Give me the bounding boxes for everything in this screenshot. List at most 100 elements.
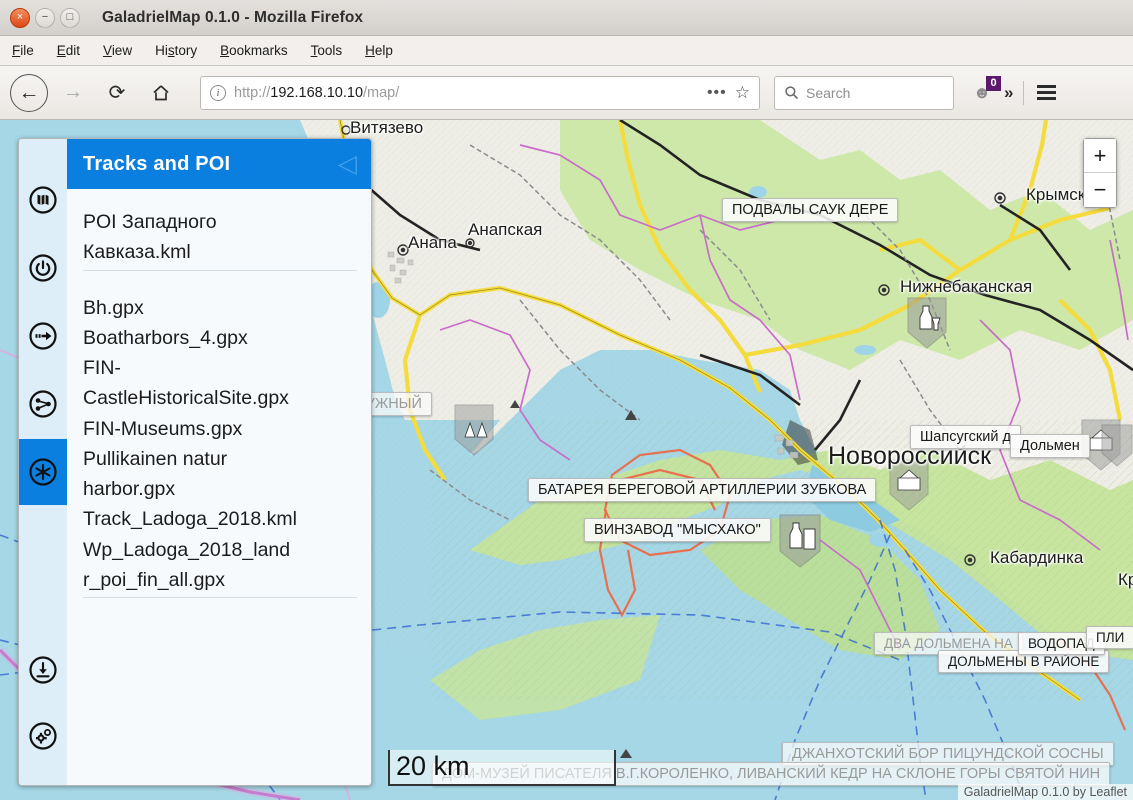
url-scheme: http://	[234, 84, 271, 101]
zoom-out-button[interactable]: −	[1084, 173, 1116, 207]
list-item[interactable]: harbor.gpx	[83, 474, 357, 504]
map-place-label: Кабардинка	[990, 548, 1084, 567]
sidebar-title: Tracks and POI	[83, 152, 231, 175]
site-info-icon[interactable]: i	[210, 84, 226, 101]
back-button[interactable]: ←	[10, 73, 48, 112]
menu-item-help[interactable]: Help	[365, 43, 393, 58]
search-icon	[785, 86, 799, 100]
url-path: /map/	[363, 84, 400, 101]
scale-bar: 20 km	[388, 750, 616, 786]
list-item[interactable]: FIN-	[83, 353, 357, 383]
list-item[interactable]: FIN-Museums.gpx	[83, 414, 357, 444]
menu-item-edit[interactable]: Edit	[57, 43, 80, 58]
map-place-label: Анапская	[468, 220, 543, 239]
window-title: GaladrielMap 0.1.0 - Mozilla Firefox	[102, 8, 364, 26]
url-bar[interactable]: i http://192.168.10.10/map/ ••• ☆	[200, 75, 760, 110]
sidebar-tab-power[interactable]	[19, 235, 67, 301]
download-icon	[29, 656, 57, 684]
notification-button[interactable]: ☻ 0	[970, 75, 1001, 105]
map-layers-icon	[29, 186, 57, 214]
list-item[interactable]: Bh.gpx	[83, 293, 357, 323]
list-item[interactable]: Boatharbors_4.gpx	[83, 323, 357, 353]
sidebar-tab-download[interactable]	[19, 637, 67, 703]
navigation-toolbar: ← → ⟳ i http://192.168.10.10/map/ ••• ☆ …	[0, 66, 1133, 120]
menu-item-view[interactable]: View	[103, 43, 132, 58]
arrow-right-icon	[29, 322, 57, 350]
sidebar-tab-strip	[19, 139, 67, 785]
list-item[interactable]: r_poi_fin_all.gpx	[83, 565, 357, 595]
sidebar-panel: Tracks and POI ◁ POI Западного Кавказа.k…	[67, 139, 371, 785]
list-item[interactable]: Кавказа.kml	[83, 237, 357, 267]
close-icon: ×	[16, 11, 24, 23]
sidebar-tab-map-layers[interactable]	[19, 167, 67, 233]
list-item[interactable]: CastleHistoricalSite.gpx	[83, 383, 357, 413]
reload-icon: ⟳	[108, 82, 126, 104]
sidebar-tab-poi[interactable]	[19, 439, 67, 505]
close-window-button[interactable]: ×	[10, 7, 30, 28]
minimize-window-button[interactable]: −	[35, 7, 55, 28]
map-place-label: Анапа	[408, 233, 457, 252]
map-place-label: Крымск	[1026, 185, 1086, 204]
app-menu-button[interactable]	[1034, 83, 1059, 101]
toolbar-right-group: ☻ 0 »	[960, 75, 1059, 105]
file-group-kml: POI Западного Кавказа.kml	[83, 207, 357, 271]
page-actions-icon[interactable]: •••	[707, 84, 727, 102]
sidebar-tab-share[interactable]	[19, 371, 67, 437]
search-bar[interactable]: Search	[774, 75, 954, 110]
menu-item-file[interactable]: File	[12, 43, 34, 58]
map-attribution[interactable]: GaladrielMap 0.1.0 by Leaflet	[957, 784, 1133, 800]
overflow-chevron-icon[interactable]: »	[1004, 83, 1013, 103]
forward-button[interactable]: →	[54, 74, 92, 112]
sidebar-tab-export[interactable]	[19, 303, 67, 369]
title-bar: × − □ GaladrielMap 0.1.0 - Mozilla Firef…	[0, 0, 1133, 36]
collapse-sidebar-button[interactable]: ◁	[338, 151, 357, 177]
hamburger-icon-line	[1037, 85, 1057, 88]
toolbar-divider	[1023, 80, 1025, 105]
sidebar-tab-settings[interactable]	[19, 703, 67, 769]
share-icon	[29, 390, 57, 418]
hamburger-icon-line	[1037, 91, 1057, 94]
maximize-icon: □	[66, 11, 74, 23]
sidebar-body: POI Западного Кавказа.kml Bh.gpx Boathar…	[67, 189, 371, 785]
list-item[interactable]: Pullikainen natur	[83, 444, 357, 474]
map-poi-label[interactable]: ПОДВАЛЫ САУК ДЕРЕ	[722, 198, 899, 222]
map-poi-label[interactable]: ПЛИ	[1086, 626, 1133, 649]
asterisk-icon	[29, 458, 57, 486]
map-poi-label[interactable]: Дольмен	[1010, 434, 1090, 458]
file-group-gpx: Bh.gpx Boatharbors_4.gpx FIN- CastleHist…	[83, 293, 357, 599]
map-poi-label[interactable]: Шапсугский д	[910, 425, 1021, 449]
menu-bar: File Edit View History Bookmarks Tools H…	[0, 36, 1133, 66]
minimize-icon: −	[41, 11, 49, 23]
list-item[interactable]: Track_Ladoga_2018.kml	[83, 504, 357, 534]
bookmark-star-icon[interactable]: ☆	[735, 83, 750, 103]
search-input[interactable]: Search	[806, 85, 850, 101]
zoom-controls: + −	[1083, 138, 1117, 208]
map-poi-label[interactable]: БАТАРЕЯ БЕРЕГОВОЙ АРТИЛЛЕРИИ ЗУБКОВА	[528, 478, 877, 502]
zoom-in-button[interactable]: +	[1084, 139, 1116, 173]
url-domain: 192.168.10.10	[270, 84, 364, 101]
scale-label: 20 km	[396, 751, 470, 781]
reload-button[interactable]: ⟳	[98, 74, 136, 112]
list-item[interactable]: POI Западного	[83, 207, 357, 237]
menu-item-history[interactable]: History	[155, 43, 197, 58]
map-viewport[interactable]: Витязево Анапа Анапская Крымск Нижнебака…	[0, 120, 1133, 800]
map-place-label: Кр	[1118, 570, 1133, 589]
map-place-label: Нижнебаканская	[900, 277, 1033, 296]
arrow-left-icon: ←	[18, 80, 40, 104]
power-icon	[29, 254, 57, 282]
hamburger-icon-line	[1037, 97, 1057, 100]
list-item[interactable]: Wp_Ladoga_2018_land	[83, 535, 357, 565]
maximize-window-button[interactable]: □	[60, 7, 80, 28]
menu-item-tools[interactable]: Tools	[311, 43, 343, 58]
tracks-and-poi-sidebar[interactable]: Tracks and POI ◁ POI Западного Кавказа.k…	[18, 138, 372, 786]
arrow-right-icon: →	[63, 81, 83, 103]
menu-item-bookmarks[interactable]: Bookmarks	[220, 43, 288, 58]
map-poi-label[interactable]: ВИНЗАВОД "МЫСХАКО"	[584, 518, 771, 542]
url-text[interactable]: http://192.168.10.10/map/	[234, 85, 699, 101]
map-place-label: Витязево	[350, 120, 424, 137]
home-icon	[153, 84, 169, 100]
sidebar-header: Tracks and POI ◁	[67, 139, 371, 189]
browser-window: × − □ GaladrielMap 0.1.0 - Mozilla Firef…	[0, 0, 1133, 800]
notification-badge: 0	[986, 75, 1001, 91]
home-button[interactable]	[142, 74, 180, 112]
